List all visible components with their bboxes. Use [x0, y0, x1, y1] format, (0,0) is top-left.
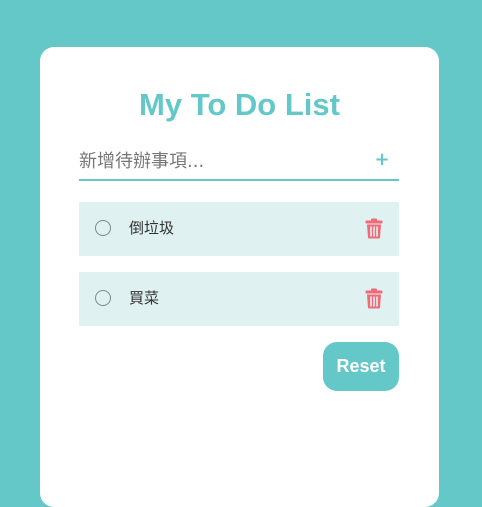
circle-checkbox-icon[interactable]	[95, 290, 111, 306]
todo-text: 倒垃圾	[129, 219, 175, 237]
new-todo-input[interactable]	[79, 143, 359, 179]
trash-icon[interactable]	[365, 218, 383, 239]
todo-card: My To Do List + 倒垃圾 買菜	[40, 47, 439, 507]
todo-list: 倒垃圾 買菜	[79, 202, 399, 342]
add-todo-button[interactable]: +	[373, 149, 391, 171]
trash-icon[interactable]	[365, 288, 383, 309]
plus-icon: +	[374, 149, 390, 170]
todo-item: 倒垃圾	[79, 202, 399, 256]
new-todo-row: +	[79, 143, 399, 181]
reset-button[interactable]: Reset	[323, 342, 399, 391]
todo-text: 買菜	[129, 289, 160, 307]
todo-item: 買菜	[79, 272, 399, 326]
circle-checkbox-icon[interactable]	[95, 220, 111, 236]
app-title: My To Do List	[139, 87, 340, 122]
